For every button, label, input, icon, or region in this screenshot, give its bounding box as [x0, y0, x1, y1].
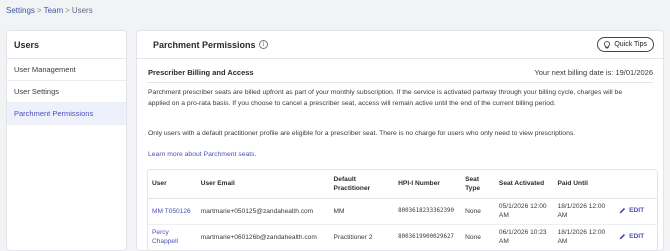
seat-activated: 05/1/2026 12:00 AM [494, 198, 554, 225]
billing-date: Your next billing date is: 19/01/2026 [534, 68, 653, 77]
default-practitioner: Practitioner 2 [333, 233, 373, 241]
column-header-actions [615, 170, 657, 199]
seat-type: None [465, 233, 481, 241]
table-row: MM T050126 martmarie+050125@zandahealth.… [148, 198, 657, 225]
column-header-seat-activated: Seat Activated [494, 170, 554, 199]
main-panel: Parchment Permissions i Quick Tips Presc… [136, 30, 664, 251]
eligibility-description: Only users with a default practitioner p… [148, 130, 576, 137]
sidebar-title: Users [7, 31, 126, 59]
seat-type: None [461, 198, 495, 225]
user-email: martmarie+060126b@zandahealth.com [200, 233, 317, 241]
column-header-practitioner: Default Practitioner [329, 170, 395, 199]
breadcrumb-users: Users [71, 6, 93, 15]
default-practitioner: MM [329, 198, 395, 225]
learn-more-link[interactable]: Learn more about Parchment seats. [148, 151, 256, 158]
hpi-number: 8003619900029627 [398, 233, 455, 240]
pencil-icon [619, 207, 626, 213]
breadcrumb: Settings > Team > Users [6, 6, 93, 15]
user-email: martmarie+050125@zandahealth.com [196, 198, 330, 225]
actions-cell: EDIT [615, 224, 657, 250]
paid-until: 18/1/2026 12:00 AM [553, 198, 616, 225]
edit-label: EDIT [629, 206, 645, 214]
breadcrumb-separator: > [36, 6, 42, 15]
edit-label: EDIT [629, 232, 645, 240]
lightbulb-icon [604, 40, 611, 48]
user-name-link[interactable]: MM T050126 [148, 198, 197, 225]
column-header-hpi: HPI-I Number [394, 170, 462, 199]
breadcrumb-team[interactable]: Team [44, 6, 64, 15]
breadcrumb-separator: > [65, 6, 70, 15]
sidebar: Users User Management User Settings Parc… [6, 30, 127, 251]
table-row: Percy Chappell martmarie+060126b@zandahe… [148, 224, 657, 250]
actions-cell: EDIT [615, 198, 657, 225]
column-header-seat-type: Seat Type [461, 170, 495, 199]
quick-tips-label: Quick Tips [614, 41, 647, 48]
section-heading: Prescriber Billing and Access [148, 68, 254, 77]
info-icon[interactable]: i [259, 40, 268, 49]
sidebar-item-parchment-permissions[interactable]: Parchment Permissions [7, 103, 126, 125]
column-header-paid-until: Paid Until [553, 170, 616, 199]
quick-tips-button[interactable]: Quick Tips [597, 37, 654, 52]
edit-button[interactable]: EDIT [619, 232, 644, 241]
page-title: Parchment Permissions [153, 40, 256, 50]
column-header-email: User Email [196, 170, 330, 199]
hpi-number: 8003618233362390 [394, 198, 462, 225]
billing-description: Parchment prescriber seats are billed up… [148, 89, 623, 107]
sidebar-item-user-management[interactable]: User Management [7, 59, 126, 81]
divider [147, 82, 653, 83]
prescriber-table: User User Email Default Practitioner HPI… [147, 169, 658, 250]
user-name-link[interactable]: Percy Chappell [148, 224, 197, 250]
sidebar-item-user-settings[interactable]: User Settings [7, 81, 126, 103]
column-header-user: User [148, 170, 197, 199]
edit-button[interactable]: EDIT [619, 206, 644, 215]
paid-until: 18/1/2026 12:00 AM [557, 229, 606, 246]
seat-activated: 06/1/2026 10:23 AM [498, 229, 547, 246]
pencil-icon [619, 233, 626, 240]
table-header-row: User User Email Default Practitioner HPI… [148, 170, 657, 199]
breadcrumb-settings[interactable]: Settings [6, 6, 35, 15]
main-header: Parchment Permissions i Quick Tips [137, 31, 663, 59]
